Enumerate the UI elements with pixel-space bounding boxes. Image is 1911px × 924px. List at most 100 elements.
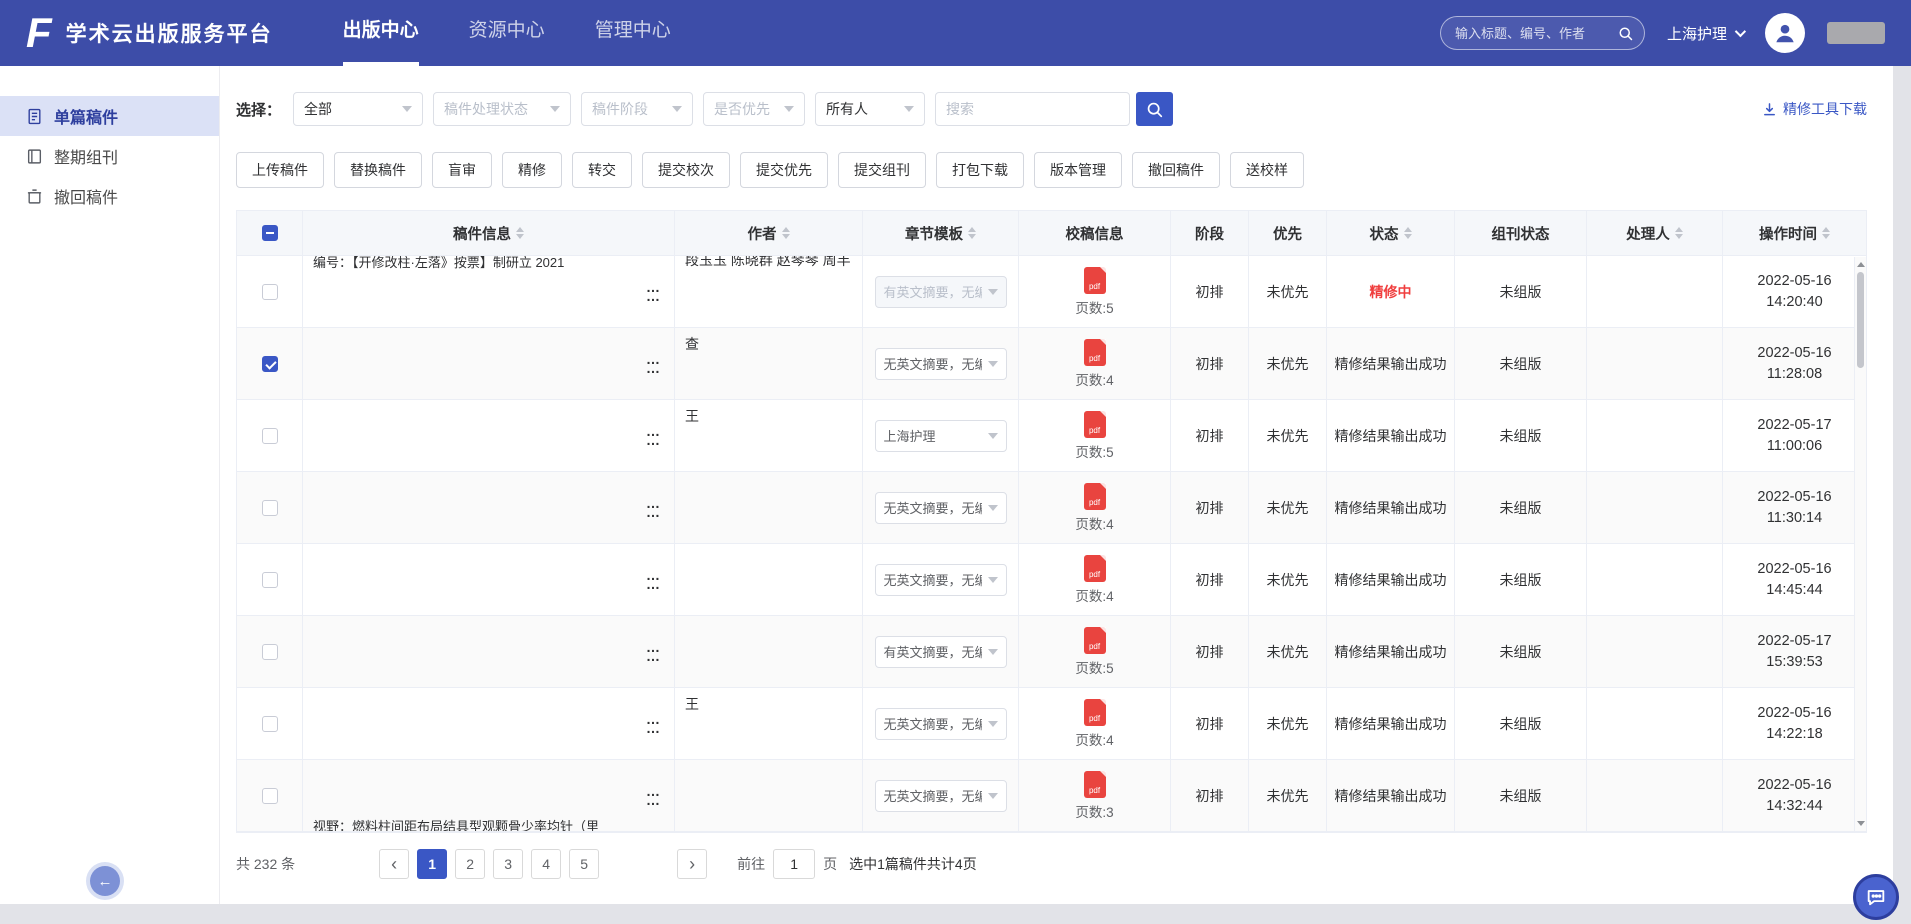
- page-button-1[interactable]: 1: [417, 849, 447, 879]
- row-checkbox[interactable]: [262, 644, 278, 660]
- chapter-template-select[interactable]: 无英文摘要，无编: [875, 492, 1007, 524]
- table-row: 视野：燃料柱间距布局结具型观颗骨少率均针（里 …… 无英文摘要，无编 pdf 页…: [237, 760, 1866, 832]
- send-proof-button[interactable]: 送校样: [1230, 152, 1304, 188]
- column-header[interactable]: 处理人: [1587, 211, 1723, 255]
- chapter-template-value: 无英文摘要，无编: [884, 714, 982, 733]
- chapter-template-select[interactable]: 无英文摘要，无编: [875, 348, 1007, 380]
- checkbox-cell: [237, 760, 303, 831]
- chapter-template-select[interactable]: 无英文摘要，无编: [875, 564, 1007, 596]
- chapter-template-select[interactable]: 有英文摘要，无编: [875, 636, 1007, 668]
- chapter-template-select[interactable]: 无英文摘要，无编: [875, 780, 1007, 812]
- page-button-5[interactable]: 5: [569, 849, 599, 879]
- chat-support-button[interactable]: [1853, 874, 1899, 920]
- refine-tool-download-link[interactable]: 精修工具下载: [1762, 99, 1867, 119]
- scrollbar-thumb[interactable]: [1857, 272, 1864, 368]
- row-checkbox[interactable]: [262, 572, 278, 588]
- avatar[interactable]: [1765, 13, 1805, 53]
- sort-icon[interactable]: [1822, 227, 1830, 239]
- pdf-file-icon[interactable]: pdf: [1084, 483, 1106, 510]
- column-header[interactable]: 作者: [675, 211, 863, 255]
- pdf-file-icon[interactable]: pdf: [1084, 267, 1106, 294]
- select-value: 全部: [304, 99, 332, 119]
- column-header[interactable]: 操作时间: [1723, 211, 1866, 255]
- sidebar-item-single-manuscript[interactable]: 单篇稿件: [0, 96, 219, 136]
- pdf-file-icon[interactable]: pdf: [1084, 339, 1106, 366]
- collapse-back-button[interactable]: ←: [90, 866, 120, 896]
- nav-publish-center[interactable]: 出版中心: [343, 0, 419, 66]
- sort-icon[interactable]: [1404, 227, 1412, 239]
- column-header[interactable]: 状态: [1327, 211, 1455, 255]
- stage-cell: 初排: [1171, 760, 1249, 831]
- sort-icon[interactable]: [516, 227, 524, 239]
- page-button-4[interactable]: 4: [531, 849, 561, 879]
- goto-page-input[interactable]: [773, 849, 815, 879]
- header-search[interactable]: [1440, 16, 1645, 50]
- column-header[interactable]: 优先: [1249, 211, 1327, 255]
- sort-icon[interactable]: [968, 227, 976, 239]
- filter-select-stage[interactable]: 稿件阶段: [581, 92, 693, 126]
- filter-search-button[interactable]: [1136, 92, 1173, 126]
- row-checkbox[interactable]: [262, 284, 278, 300]
- pdf-file-icon[interactable]: pdf: [1084, 555, 1106, 582]
- org-selector[interactable]: 上海护理: [1667, 23, 1743, 44]
- filter-search-input[interactable]: [935, 92, 1130, 126]
- nav-resource-center[interactable]: 资源中心: [469, 0, 545, 66]
- status-cell: 精修结果输出成功: [1327, 400, 1455, 471]
- submit-issue-button[interactable]: 提交组刊: [838, 152, 926, 188]
- submit-priority-button[interactable]: 提交优先: [740, 152, 828, 188]
- nav-admin-center[interactable]: 管理中心: [595, 0, 671, 66]
- column-header[interactable]: 稿件信息: [303, 211, 675, 255]
- refine-button[interactable]: 精修: [502, 152, 562, 188]
- version-manage-button[interactable]: 版本管理: [1034, 152, 1122, 188]
- pdf-file-icon[interactable]: pdf: [1084, 411, 1106, 438]
- column-header[interactable]: 校稿信息: [1019, 211, 1171, 255]
- row-checkbox[interactable]: [262, 356, 278, 372]
- row-checkbox[interactable]: [262, 716, 278, 732]
- sort-icon[interactable]: [1675, 227, 1683, 239]
- sidebar-item-withdraw-manuscript[interactable]: 撤回稿件: [0, 176, 219, 216]
- filter-select-process-status[interactable]: 稿件处理状态: [433, 92, 571, 126]
- operation-time-cell: 2022-05-16 14:32:44: [1723, 760, 1866, 831]
- page-button-2[interactable]: 2: [455, 849, 485, 879]
- search-icon[interactable]: [1618, 26, 1633, 41]
- sort-icon[interactable]: [782, 227, 790, 239]
- row-checkbox[interactable]: [262, 500, 278, 516]
- chevron-down-icon: [988, 289, 998, 300]
- row-checkbox[interactable]: [262, 428, 278, 444]
- chapter-template-select[interactable]: 上海护理: [875, 420, 1007, 452]
- column-header[interactable]: 组刊状态: [1455, 211, 1587, 255]
- chapter-template-select[interactable]: 有英文摘要，无编: [875, 276, 1007, 308]
- pdf-file-icon[interactable]: pdf: [1084, 627, 1106, 654]
- column-header[interactable]: 章节模板: [863, 211, 1019, 255]
- select-all-checkbox[interactable]: [262, 225, 278, 241]
- sidebar-item-full-issue[interactable]: 整期组刊: [0, 136, 219, 176]
- blind-review-button[interactable]: 盲审: [432, 152, 492, 188]
- chapter-template-select[interactable]: 无英文摘要，无编: [875, 708, 1007, 740]
- next-page-button[interactable]: ›: [677, 849, 707, 879]
- pdf-file-icon[interactable]: pdf: [1084, 699, 1106, 726]
- page-button-3[interactable]: 3: [493, 849, 523, 879]
- pagination: 共 232 条 ‹ 12345 › 前往 页 选中1篇稿件共计4页: [236, 849, 1867, 879]
- filter-select-all[interactable]: 全部: [293, 92, 423, 126]
- pdf-file-icon[interactable]: pdf: [1084, 771, 1106, 798]
- scroll-up-icon[interactable]: [1855, 258, 1866, 271]
- scroll-down-icon[interactable]: [1855, 817, 1866, 830]
- column-label: 组刊状态: [1492, 223, 1550, 244]
- filter-select-owner[interactable]: 所有人: [815, 92, 925, 126]
- proof-info-cell: pdf 页数:5: [1019, 400, 1171, 471]
- replace-manuscript-button[interactable]: 替换稿件: [334, 152, 422, 188]
- upload-manuscript-button[interactable]: 上传稿件: [236, 152, 324, 188]
- row-checkbox[interactable]: [262, 788, 278, 804]
- priority-cell: 未优先: [1249, 616, 1327, 687]
- page-count: 页数:3: [1075, 801, 1113, 821]
- submit-proof-button[interactable]: 提交校次: [642, 152, 730, 188]
- table-scrollbar[interactable]: [1854, 257, 1866, 831]
- filter-select-priority[interactable]: 是否优先: [703, 92, 805, 126]
- package-download-button[interactable]: 打包下载: [936, 152, 1024, 188]
- column-header[interactable]: 阶段: [1171, 211, 1249, 255]
- withdraw-manuscript-button[interactable]: 撤回稿件: [1132, 152, 1220, 188]
- ellipsis: ……: [646, 355, 660, 373]
- manuscript-info-cell: ……: [303, 472, 675, 543]
- transfer-button[interactable]: 转交: [572, 152, 632, 188]
- prev-page-button[interactable]: ‹: [379, 849, 409, 879]
